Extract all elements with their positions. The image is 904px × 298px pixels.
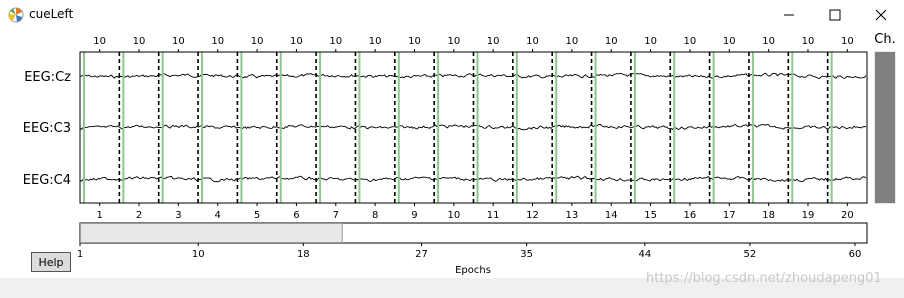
channel-label: EEG:C3 (23, 121, 71, 136)
epoch-number-label: 8 (372, 210, 378, 221)
epoch-count-label: 10 (526, 36, 539, 47)
epoch-number-label: 18 (762, 210, 775, 221)
epoch-number-label: 20 (841, 210, 854, 221)
epoch-count-label: 10 (329, 36, 342, 47)
epoch-number-label: 1 (96, 210, 102, 221)
epoch-count-label: 10 (133, 36, 146, 47)
epoch-count-label: 10 (841, 36, 854, 47)
epoch-number-label: 14 (605, 210, 618, 221)
epoch-number-label: 12 (526, 210, 539, 221)
epoch-number-label: 9 (411, 210, 417, 221)
channel-scrollbar-thumb[interactable] (875, 52, 895, 203)
epoch-scroll-tick-label: 10 (192, 249, 205, 260)
epoch-count-label: 10 (251, 36, 264, 47)
epoch-number-label: 6 (293, 210, 299, 221)
window-title: cueLeft (29, 7, 74, 21)
epoch-number-labels: 1 2 3 4 5 6 7 8 9 10 11 12 13 14 15 16 17 18 19 20 (96, 203, 854, 221)
epoch-scrollbar-ticks: 1 10 18 27 35 44 52 60 (77, 243, 862, 260)
epoch-count-label: 10 (172, 36, 185, 47)
epoch-number-label: 16 (684, 210, 697, 221)
epoch-count-label: 10 (762, 36, 775, 47)
epoch-scroll-tick-label: 35 (520, 249, 533, 260)
epoch-scroll-tick-label: 27 (415, 249, 428, 260)
epoch-count-label: 10 (93, 36, 106, 47)
epoch-number-label: 4 (215, 210, 221, 221)
maximize-button[interactable] (812, 0, 858, 30)
epoch-count-label: 10 (605, 36, 618, 47)
epoch-number-label: 13 (566, 210, 579, 221)
epoch-count-label: 10 (684, 36, 697, 47)
title-bar: cueLeft (0, 0, 904, 30)
close-button[interactable] (858, 0, 904, 30)
epoch-number-label: 3 (175, 210, 181, 221)
channel-header: Ch. (874, 32, 895, 47)
epoch-count-label: 10 (211, 36, 224, 47)
epochs-browser-figure: 10 10 10 10 10 10 10 10 10 10 10 10 10 10 10 10 10 10 10 10… (0, 30, 904, 278)
channel-label: EEG:Cz (24, 70, 71, 85)
epoch-scroll-tick-label: 1 (77, 249, 83, 260)
maximize-icon (829, 9, 841, 21)
channel-labels: EEG:Cz EEG:C3 EEG:C4 (23, 70, 71, 188)
epoch-count-label: 10 (487, 36, 500, 47)
epoch-count-labels: 10 10 10 10 10 10 10 10 10 10 10 10 10 10 10 10 10 10 10 10 (93, 36, 854, 52)
epoch-number-label: 5 (254, 210, 260, 221)
epoch-count-label: 10 (644, 36, 657, 47)
epoch-count-label: 10 (802, 36, 815, 47)
epoch-number-label: 7 (333, 210, 339, 221)
channel-label: EEG:C4 (23, 173, 71, 188)
epoch-count-label: 10 (408, 36, 421, 47)
watermark-text: https://blog.csdn.net/zhoudapeng01 (646, 271, 882, 286)
epoch-number-label: 10 (447, 210, 460, 221)
epochs-axis-label: Epochs (455, 265, 491, 276)
epoch-scroll-tick-label: 52 (744, 249, 757, 260)
epoch-scrollbar-thumb[interactable] (80, 223, 343, 243)
close-icon (875, 9, 887, 21)
epoch-count-label: 10 (369, 36, 382, 47)
epoch-scroll-tick-label: 60 (849, 249, 862, 260)
epoch-count-label: 10 (290, 36, 303, 47)
epoch-number-label: 19 (802, 210, 815, 221)
minimize-button[interactable] (766, 0, 812, 30)
help-button[interactable]: Help (31, 252, 71, 272)
epoch-count-label: 10 (566, 36, 579, 47)
epochs-plot: 10 10 10 10 10 10 10 10 10 10 10 10 10 10 10 10 10 10 10 10… (23, 32, 896, 276)
minimize-icon (784, 14, 794, 16)
epoch-number-label: 17 (723, 210, 736, 221)
epoch-count-label: 10 (447, 36, 460, 47)
epoch-scroll-tick-label: 18 (297, 249, 310, 260)
epoch-number-label: 11 (487, 210, 500, 221)
matplotlib-logo-icon (8, 7, 24, 23)
epoch-count-label: 10 (723, 36, 736, 47)
epoch-number-label: 2 (136, 210, 142, 221)
epoch-number-label: 15 (644, 210, 657, 221)
epoch-scroll-tick-label: 44 (638, 249, 651, 260)
epoch-boundaries (118, 52, 829, 203)
